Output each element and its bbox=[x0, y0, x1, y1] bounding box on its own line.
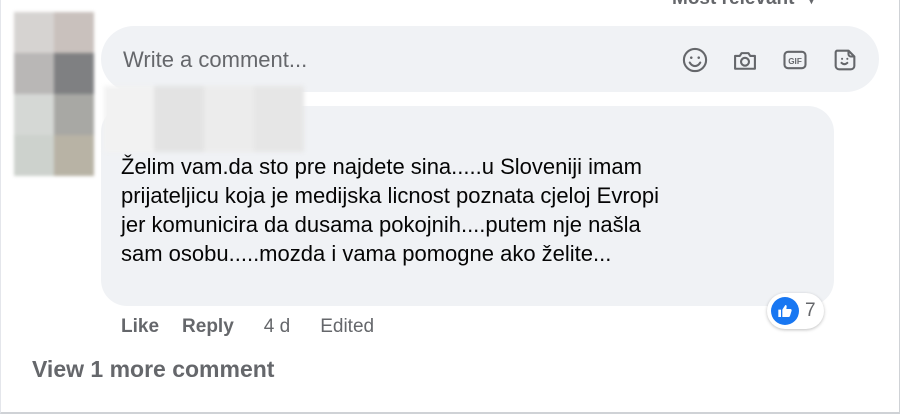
sort-dropdown[interactable]: Most relevant ▼ bbox=[672, 0, 818, 10]
sticker-icon[interactable] bbox=[829, 44, 861, 76]
avatar bbox=[14, 12, 94, 176]
reaction-count: 7 bbox=[805, 300, 816, 321]
chevron-down-icon: ▼ bbox=[804, 0, 818, 7]
sort-label: Most relevant bbox=[672, 0, 794, 9]
reply-button[interactable]: Reply bbox=[182, 316, 234, 338]
like-button[interactable]: Like bbox=[121, 316, 159, 338]
comment-actions: Like Reply 4 d Edited bbox=[121, 316, 374, 338]
comment-timestamp[interactable]: 4 d bbox=[264, 316, 290, 338]
view-more-comments-link[interactable]: View 1 more comment bbox=[32, 356, 274, 383]
camera-icon[interactable] bbox=[729, 44, 761, 76]
comment-composer: GIF bbox=[101, 26, 879, 92]
edited-label: Edited bbox=[320, 316, 375, 337]
commenter-name[interactable] bbox=[104, 86, 304, 152]
emoji-icon[interactable] bbox=[679, 44, 711, 76]
like-icon bbox=[771, 297, 799, 325]
reaction-summary[interactable]: 7 bbox=[767, 293, 824, 329]
gif-icon[interactable]: GIF bbox=[779, 44, 811, 76]
svg-text:GIF: GIF bbox=[788, 57, 802, 66]
comment-input[interactable] bbox=[121, 44, 645, 76]
comment-text: Želim vam.da sto pre najdete sina.....u … bbox=[121, 154, 660, 266]
